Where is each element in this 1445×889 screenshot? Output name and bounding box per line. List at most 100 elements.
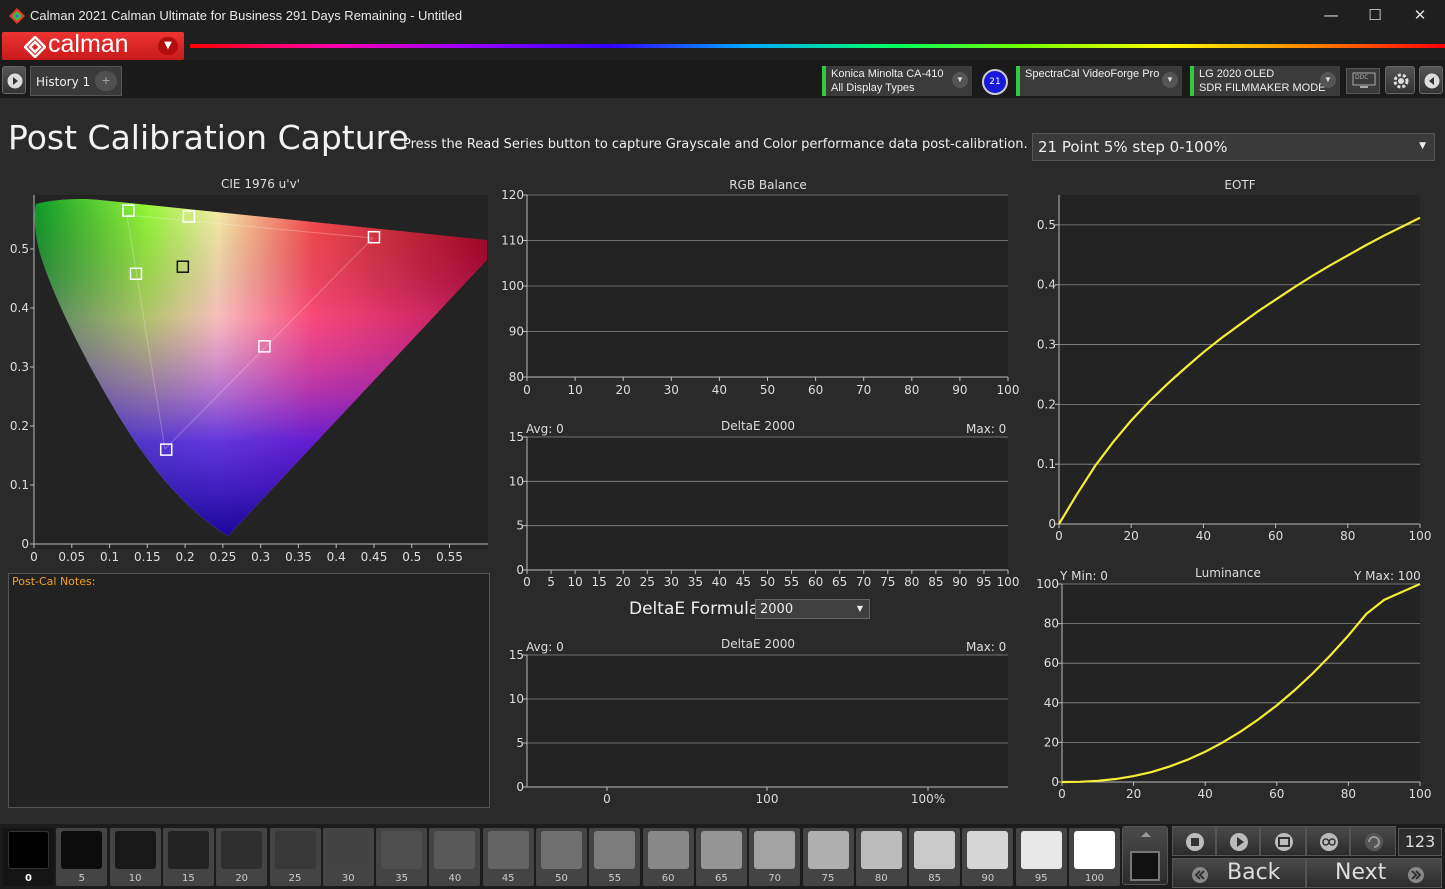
x-tick-label: 0	[523, 383, 531, 397]
patch-10[interactable]: 10	[109, 828, 161, 886]
rgb-balance-chart: 80 90 100 110 120 0 10 20 30 40 50 60 70 80 90 100	[501, 188, 1019, 397]
deltae-formula-label: DeltaE Formula	[629, 599, 760, 619]
y-tick-label: 40	[1044, 696, 1059, 710]
next-button[interactable]: Next	[1306, 858, 1442, 888]
luminance-chart: 0204060801000 20 40 60 80 100	[1036, 577, 1432, 801]
close-button[interactable]: ✕	[1397, 4, 1443, 28]
cie-x-tick-label: 0.55	[436, 550, 463, 564]
x-tick-label: 100	[1409, 787, 1432, 801]
back-button[interactable]: Back	[1172, 858, 1306, 888]
play-icon	[1230, 833, 1248, 851]
chevron-down-icon: ▼	[1320, 72, 1336, 88]
read-series-icon	[1275, 833, 1293, 851]
patch-90[interactable]: 90	[962, 828, 1014, 886]
y-tick-label: 80	[1044, 617, 1059, 631]
patch-label: 40	[448, 873, 462, 884]
patch-swatch	[594, 831, 636, 869]
patch-95[interactable]: 95	[1015, 828, 1067, 886]
y-tick-label: 20	[1044, 735, 1059, 749]
deltae-formula-select[interactable]: 2000 ▼	[755, 599, 870, 619]
x-tick-label: 80	[1340, 529, 1355, 543]
patch-100[interactable]: 100	[1069, 828, 1120, 886]
patch-30[interactable]: 30	[322, 828, 374, 886]
post-cal-notes[interactable]: Post-Cal Notes:	[8, 573, 490, 808]
x-tick-label: 100%	[911, 792, 945, 806]
x-tick-label: 10	[567, 575, 582, 588]
x-tick-label: 30	[664, 383, 679, 397]
minimize-button[interactable]: —	[1308, 4, 1354, 28]
ddc-button[interactable]: DDC	[1346, 68, 1380, 94]
patch-5[interactable]: 5	[56, 828, 108, 886]
chevron-down-icon: ▼	[856, 604, 863, 613]
cie-y-tick-label: 0	[21, 537, 29, 551]
patch-65[interactable]: 65	[695, 828, 747, 886]
y-tick-label: 100	[1036, 577, 1059, 591]
workflow-nav-button[interactable]	[2, 66, 26, 94]
patch-60[interactable]: 60	[642, 828, 694, 886]
stop-button[interactable]	[1172, 826, 1216, 856]
chevron-down-icon: ▼	[952, 72, 968, 88]
series-select-value: 21 Point 5% step 0-100%	[1038, 138, 1228, 156]
cie-y-tick-label: 0.3	[10, 360, 29, 374]
y-tick-label: 15	[509, 430, 524, 444]
x-tick-label: 35	[688, 575, 703, 588]
patch-45[interactable]: 45	[482, 828, 534, 886]
patch-85[interactable]: 85	[909, 828, 961, 886]
plot-area	[527, 655, 1008, 787]
calman-menu-button[interactable]: calman ▼	[2, 30, 184, 60]
patch-75[interactable]: 75	[802, 828, 854, 886]
patch-50[interactable]: 50	[536, 828, 587, 886]
read-series-button[interactable]	[1260, 826, 1306, 856]
patch-label: 5	[78, 873, 85, 884]
patch-label: 25	[288, 873, 302, 884]
refresh-button[interactable]	[1350, 826, 1396, 856]
patch-55[interactable]: 55	[589, 828, 641, 886]
add-tab-button[interactable]: +	[95, 71, 117, 91]
meter-badge[interactable]: 21	[982, 69, 1008, 95]
cie-y-tick-label: 0.4	[10, 301, 29, 315]
patch-40[interactable]: 40	[429, 828, 481, 886]
current-patch-preview[interactable]	[1122, 826, 1168, 885]
continuous-read-button[interactable]	[1306, 826, 1350, 856]
patch-swatch	[327, 831, 369, 869]
patch-35[interactable]: 35	[376, 828, 428, 886]
patch-70[interactable]: 70	[749, 828, 801, 886]
x-tick-label: 10	[567, 383, 582, 397]
x-tick-label: 40	[712, 383, 727, 397]
patch-label: 55	[608, 873, 622, 884]
x-tick-label: 80	[1341, 787, 1356, 801]
settings-button[interactable]	[1385, 66, 1415, 94]
series-select[interactable]: 21 Point 5% step 0-100% ▼	[1032, 133, 1435, 161]
read-button[interactable]	[1216, 826, 1260, 856]
x-tick-label: 50	[760, 575, 775, 588]
x-tick-label: 60	[1268, 529, 1283, 543]
cie-x-tick-label: 0.1	[100, 550, 119, 564]
double-chevron-left-icon	[1192, 867, 1208, 883]
patch-label: 10	[128, 873, 142, 884]
patch-15[interactable]: 15	[162, 828, 214, 886]
x-tick-label: 60	[808, 575, 823, 588]
meter-selector[interactable]: Konica Minolta CA-410 All Display Types …	[822, 66, 972, 96]
y-tick-label: 0	[516, 780, 524, 794]
x-tick-label: 20	[616, 575, 631, 588]
double-chevron-right-icon	[1408, 867, 1424, 883]
y-tick-label: 0.3	[1037, 338, 1056, 352]
display-selector[interactable]: LG 2020 OLED SDR FILMMAKER MODE ▼	[1190, 66, 1340, 96]
source-selector[interactable]: SpectraCal VideoForge Pro ▼	[1016, 66, 1182, 96]
history-tab-group: History 1 +	[30, 66, 122, 96]
counter-display: 123	[1398, 828, 1442, 856]
patch-0[interactable]: 0	[3, 828, 54, 886]
patch-80[interactable]: 80	[855, 828, 907, 886]
patch-20[interactable]: 20	[216, 828, 268, 886]
patch-swatch	[967, 831, 1009, 869]
x-tick-label: 30	[664, 575, 679, 588]
maximize-button[interactable]: ☐	[1352, 4, 1398, 28]
collapse-panel-button[interactable]	[1419, 66, 1443, 94]
x-tick-label: 100	[997, 575, 1020, 588]
patch-swatch	[807, 831, 849, 869]
patch-25[interactable]: 25	[269, 828, 321, 886]
patch-swatch	[647, 831, 689, 869]
tab-history-1[interactable]: History 1	[36, 75, 90, 89]
cie-x-tick-label: 0.2	[176, 550, 195, 564]
x-tick-label: 90	[952, 575, 967, 588]
